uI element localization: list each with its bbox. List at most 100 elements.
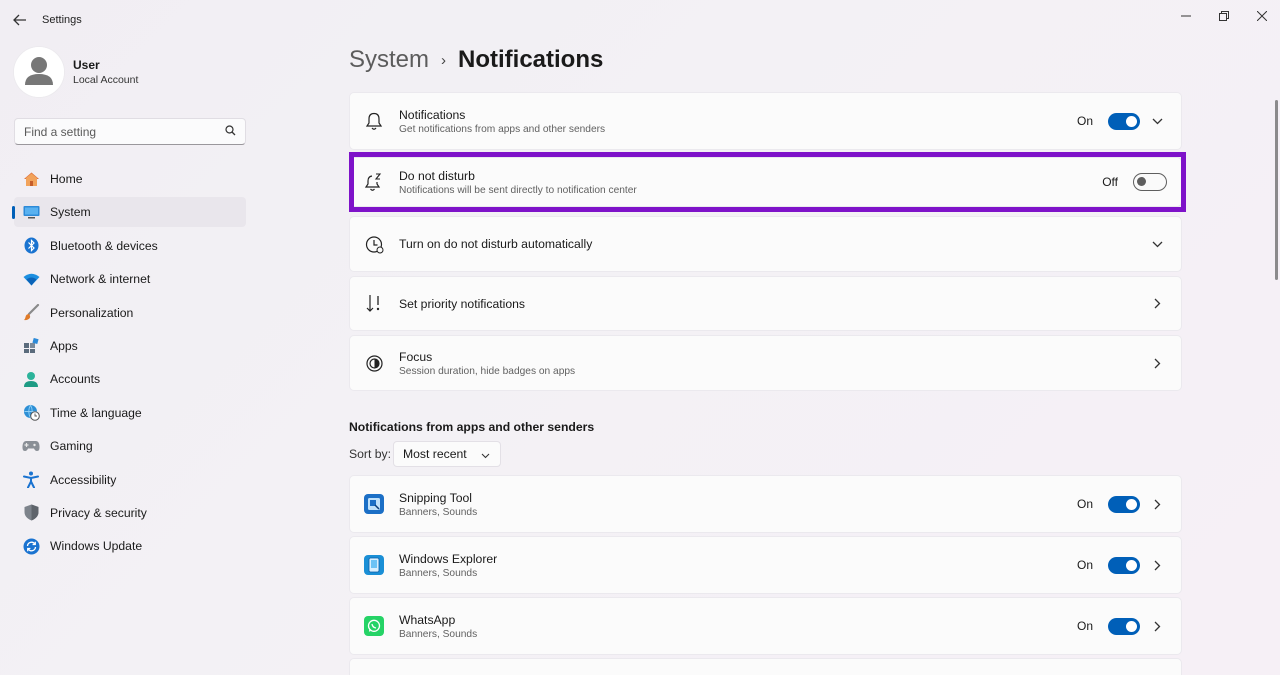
sidebar-item-label: Time & language [50,405,142,420]
section-heading: Notifications from apps and other sender… [349,420,595,434]
bluetooth-icon [22,237,40,255]
chevron-right-icon[interactable] [1147,555,1167,575]
notifications-setting[interactable]: Notifications Get notifications from app… [349,92,1182,150]
chevron-right-icon[interactable] [1147,494,1167,514]
sort-dropdown[interactable]: Most recent [393,441,501,467]
sidebar-item-apps[interactable]: Apps [14,331,246,361]
focus-setting[interactable]: Focus Session duration, hide badges on a… [349,335,1182,391]
snipping-tool-toggle[interactable] [1108,495,1140,513]
wifi-icon [22,270,40,288]
sidebar-item-accounts[interactable]: Accounts [14,364,246,394]
app-row-partial[interactable] [349,658,1182,675]
home-icon [22,170,40,188]
close-icon[interactable] [1250,6,1274,26]
chevron-down-icon[interactable] [1147,111,1167,131]
search-input[interactable] [24,124,225,139]
windows-explorer-icon [364,555,384,575]
sidebar-nav: Home System Bluetooth & devices Network … [12,164,246,565]
account-type: Local Account [73,74,139,86]
bell-icon [364,111,384,131]
toggle-state-label: Off [1102,175,1118,189]
search-box[interactable] [14,118,246,145]
back-arrow-icon[interactable] [10,10,30,30]
sidebar-item-accessibility[interactable]: Accessibility [14,465,246,495]
notifications-toggle[interactable] [1108,112,1140,130]
breadcrumb-parent[interactable]: System [349,46,429,74]
sidebar-item-label: Gaming [50,439,93,454]
breadcrumb: System › Notifications [349,46,603,74]
minimize-icon[interactable] [1174,6,1198,26]
sidebar-item-system[interactable]: System [12,197,246,228]
sort-value: Most recent [403,447,467,461]
whatsapp-toggle[interactable] [1108,617,1140,635]
toggle-state-label: On [1076,619,1093,633]
sidebar-item-privacy-security[interactable]: Privacy & security [14,498,246,528]
page-title: Notifications [458,46,604,73]
sidebar-item-network[interactable]: Network & internet [14,264,246,294]
app-name: Windows Explorer [399,551,498,566]
brush-icon [22,304,40,322]
globe-clock-icon [22,404,40,422]
sidebar-item-label: Bluetooth & devices [50,238,158,253]
priority-sort-icon [364,294,384,314]
app-detail: Banners, Sounds [399,506,478,518]
user-profile[interactable]: User Local Account [14,46,138,98]
setting-title: Notifications [399,107,466,122]
accessibility-icon [22,471,40,489]
chevron-right-icon[interactable] [1147,353,1167,373]
focus-icon [364,353,384,373]
app-row-windows-explorer[interactable]: Windows Explorer Banners, Sounds On [349,536,1182,594]
sidebar-item-label: Personalization [50,305,134,320]
title-bar: Settings [0,0,1280,40]
sort-label: Sort by: [349,447,391,461]
shield-icon [22,504,40,522]
sidebar-item-label: Privacy & security [50,505,147,520]
toggle-state-label: On [1076,558,1093,572]
sidebar-item-label: Windows Update [50,539,143,554]
bell-snooze-icon [364,172,384,192]
setting-title: Set priority notifications [399,296,525,311]
app-name: WhatsApp [399,612,456,627]
app-row-whatsapp[interactable]: WhatsApp Banners, Sounds On [349,597,1182,655]
person-icon [22,370,40,388]
sidebar-item-time-language[interactable]: Time & language [14,398,246,428]
chevron-down-icon [481,448,490,462]
scrollbar[interactable] [1275,100,1278,280]
search-icon[interactable] [225,124,236,139]
sidebar-item-gaming[interactable]: Gaming [14,431,246,461]
sidebar-item-label: Apps [50,338,78,353]
sidebar-item-label: Accessibility [50,472,117,487]
apps-icon [22,337,40,355]
gamepad-icon [22,437,40,455]
sidebar-item-label: System [50,205,91,220]
monitor-icon [22,203,40,221]
update-icon [22,537,40,555]
chevron-right-icon[interactable] [1147,294,1167,314]
sidebar-item-bluetooth[interactable]: Bluetooth & devices [14,231,246,261]
toggle-state-label: On [1076,114,1093,128]
breadcrumb-separator: › [441,51,447,69]
toggle-state-label: On [1076,497,1093,511]
app-detail: Banners, Sounds [399,567,478,579]
whatsapp-icon [364,616,384,636]
sidebar-item-label: Accounts [50,372,101,387]
chevron-down-icon[interactable] [1147,234,1167,254]
restore-icon[interactable] [1212,6,1236,26]
setting-title: Focus [399,349,433,364]
app-title: Settings [42,14,82,26]
priority-notifications-setting[interactable]: Set priority notifications [349,276,1182,331]
app-name: Snipping Tool [399,490,472,505]
do-not-disturb-setting[interactable]: Do not disturb Notifications will be sen… [349,157,1182,207]
app-row-snipping-tool[interactable]: Snipping Tool Banners, Sounds On [349,475,1182,533]
dnd-automatic-setting[interactable]: Turn on do not disturb automatically [349,216,1182,272]
setting-title: Do not disturb [399,168,475,183]
chevron-right-icon[interactable] [1147,616,1167,636]
sidebar-item-windows-update[interactable]: Windows Update [14,531,246,561]
clock-icon [364,234,384,254]
sidebar-item-home[interactable]: Home [14,164,246,194]
dnd-toggle[interactable] [1133,173,1167,191]
sidebar-item-label: Network & internet [50,272,151,287]
windows-explorer-toggle[interactable] [1108,556,1140,574]
sidebar-item-personalization[interactable]: Personalization [14,298,246,328]
snipping-tool-icon [364,494,384,514]
